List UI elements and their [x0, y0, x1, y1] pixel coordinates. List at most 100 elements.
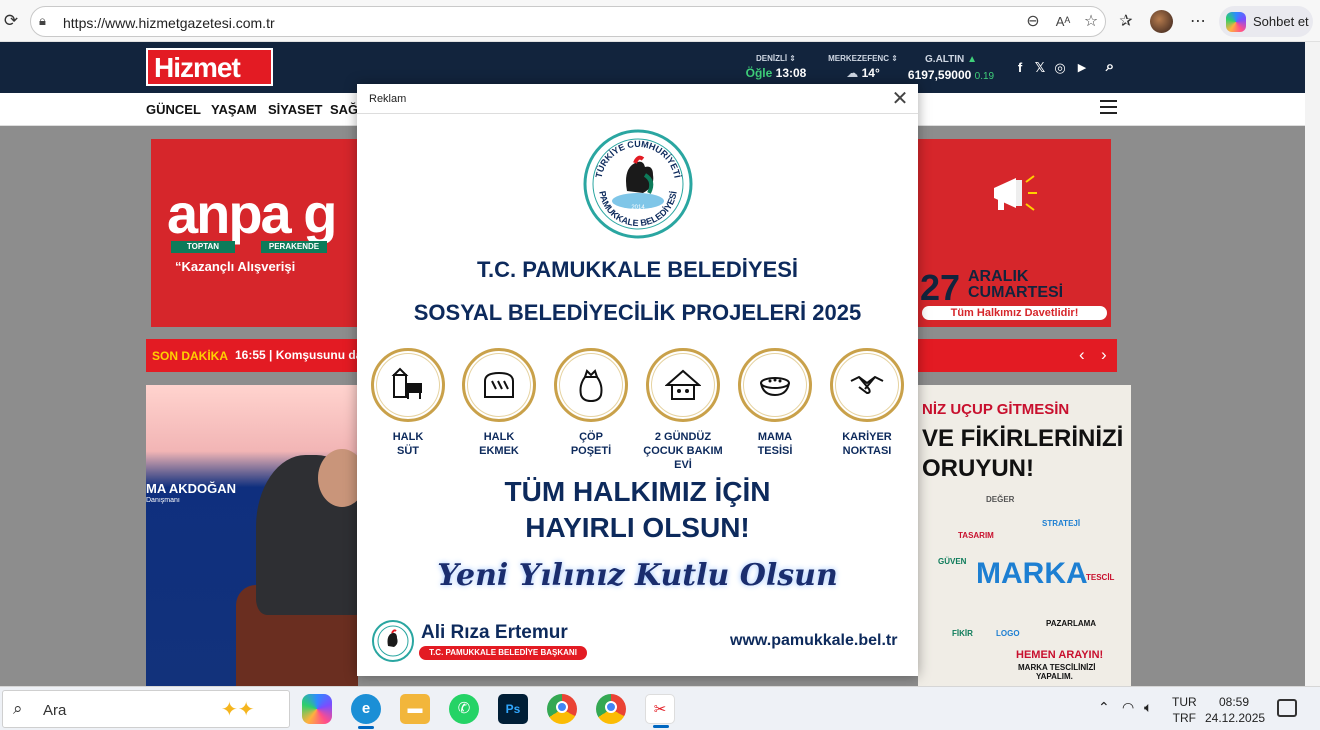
whatsapp-icon[interactable]: ✆: [449, 694, 479, 724]
photoshop-icon[interactable]: Ps: [498, 694, 528, 724]
reload-icon[interactable]: ⟳: [2, 12, 20, 30]
keyword: FİKİR: [952, 629, 973, 638]
site-logo[interactable]: Hizmet: [146, 48, 273, 86]
trademark-ad-card[interactable]: NİZ UÇUP GİTMESİN VE FİKİRLERİNİZİ ORUYU…: [918, 385, 1131, 686]
ad-brand: anpa g: [167, 182, 337, 245]
megaphone-icon: [994, 175, 1037, 211]
person-head: [318, 449, 358, 507]
nav-guncel[interactable]: GÜNCEL: [146, 102, 201, 117]
windows-taskbar: ⌕ Ara ✦✦ e ▬ ✆ Ps ✂ ⌃ ◠ 🔈︎ TUR TRF 08:59 2…: [0, 686, 1320, 730]
more-options-icon[interactable]: ⋯: [1187, 11, 1209, 33]
profile-avatar[interactable]: [1150, 10, 1173, 33]
input-language[interactable]: TUR TRF: [1172, 694, 1197, 726]
snipping-tool-icon[interactable]: ✂: [645, 694, 675, 728]
copilot-label: Sohbet et: [1253, 14, 1309, 29]
chevron-up-icon[interactable]: ⌃: [1098, 699, 1110, 716]
notification-icon[interactable]: [1277, 699, 1297, 717]
chrome-icon[interactable]: [547, 694, 577, 724]
garbage-bag-icon: [579, 369, 603, 403]
handshake-icon: [850, 375, 884, 395]
breaking-item[interactable]: 16:55 | Komşusunu da: [235, 348, 362, 362]
sparkle-icon[interactable]: ✦✦: [221, 697, 255, 722]
keyword: PAZARLAMA: [1046, 619, 1097, 628]
service-label: HALK SÜT: [392, 431, 424, 457]
service-label: KARİYER NOKTASI: [842, 431, 892, 457]
youtube-icon[interactable]: ▶: [1074, 61, 1090, 74]
municipality-seal-icon: TÜRKİYE CUMHURİYETİ PAMUKKALE BELEDİYESİ…: [583, 129, 693, 239]
service-halk-sut: HALK SÜT: [368, 348, 448, 458]
volume-icon[interactable]: 🔈︎: [1144, 699, 1152, 716]
widget-label: DENİZLİ ⇕: [755, 54, 797, 63]
lock-icon[interactable]: 🔒︎: [39, 13, 46, 29]
wifi-icon[interactable]: ◠: [1122, 699, 1134, 716]
event-ad-banner[interactable]: 27 ARALIK CUMARTESİ Tüm Halkımız Davetlid…: [918, 139, 1111, 327]
service-kariyer-noktasi: KARİYER NOKTASI: [827, 348, 907, 458]
search-icon[interactable]: ⌕: [1102, 58, 1118, 75]
modal-title: Reklam: [369, 93, 407, 105]
zoom-out-icon[interactable]: ⊖: [1023, 12, 1043, 32]
ad-heading-1: T.C. PAMUKKALE BELEDİYESİ: [476, 257, 799, 282]
municipality-url[interactable]: www.pamukkale.bel.tr: [730, 632, 897, 650]
nav-yasam[interactable]: YAŞAM: [211, 102, 257, 117]
nav-siyaset[interactable]: SİYASET: [268, 102, 322, 117]
ad-line-3: ORUYUN!: [922, 455, 1034, 482]
widget-value: Öğle 13:08: [745, 66, 807, 80]
weather-widget[interactable]: MERKEZEFENC ⇕ ☁ 14°: [828, 54, 898, 80]
service-mama-tesisi: MAMA TESİSİ: [735, 348, 815, 458]
address-bar[interactable]: 🔒︎ https://www.hizmetgazetesi.com.tr ⊖ A…: [30, 6, 1106, 37]
keyword: GÜVEN: [938, 557, 967, 566]
anpa-ad-banner[interactable]: anpa g TOPTAN PERAKENDE “Kazançlı Alışve…: [151, 139, 358, 327]
file-explorer-icon[interactable]: ▬: [400, 694, 430, 724]
chrome-profile-icon[interactable]: [596, 694, 626, 724]
news-person-name: MA AKDOĞAN: [146, 481, 237, 496]
instagram-icon[interactable]: ◎: [1052, 60, 1068, 76]
keyword: DEĞER: [986, 495, 1015, 504]
favorite-star-icon[interactable]: ☆: [1081, 12, 1101, 32]
pet-food-icon: [760, 377, 790, 397]
service-cop-poseti: ÇÖP POŞETİ: [551, 348, 631, 458]
chevron-left-icon[interactable]: ‹: [1079, 345, 1085, 365]
service-label: HALK EKMEK: [479, 431, 519, 457]
keyword: LOGO: [996, 629, 1020, 638]
gold-price-widget[interactable]: G.ALTIN ▲ 6197,59000 0.19: [904, 54, 998, 82]
url-text[interactable]: https://www.hizmetgazetesi.com.tr: [63, 15, 275, 31]
widget-label: MERKEZEFENC ⇕: [828, 54, 898, 63]
keyword: TESCİL: [1086, 573, 1115, 582]
system-clock[interactable]: 08:59 24.12.2025: [1205, 694, 1265, 726]
logo-text: Hizmet: [154, 52, 241, 83]
search-icon: ⌕: [13, 699, 23, 718]
cloud-icon: ☁: [846, 66, 859, 80]
bread-icon: [484, 371, 514, 398]
keyword: STRATEJİ: [1042, 519, 1081, 528]
prayer-time-widget[interactable]: DENİZLİ ⇕ Öğle 13:08: [742, 54, 810, 80]
read-aloud-icon[interactable]: Aᴬ: [1053, 12, 1073, 32]
chevron-right-icon[interactable]: ›: [1101, 345, 1107, 365]
copilot-app-icon[interactable]: [302, 694, 332, 724]
copilot-chat-button[interactable]: Sohbet et: [1219, 6, 1313, 37]
edge-browser-icon[interactable]: e: [351, 694, 381, 729]
favorites-icon[interactable]: ✰: [1115, 11, 1137, 33]
marka-word: MARKA: [976, 557, 1088, 590]
event-month: ARALIK CUMARTESİ: [968, 268, 1064, 301]
news-person-role: Danışmanı: [146, 497, 180, 504]
house-icon: [665, 369, 701, 400]
ad-slogan: “Kazançlı Alışverişi: [175, 259, 296, 274]
menu-icon[interactable]: [1100, 100, 1117, 114]
ad-message-2: HAYIRLI OLSUN!: [525, 512, 750, 543]
nav-saglik[interactable]: SAĞ: [330, 102, 358, 117]
service-label: 2 GÜNDÜZ ÇOCUK BAKIM EVİ: [643, 431, 723, 471]
service-halk-ekmek: HALK EKMEK: [459, 348, 539, 458]
copilot-icon: [1226, 12, 1246, 32]
call-subtext: MARKA TESCİLİNİZİ YAPALIM.: [1018, 663, 1096, 681]
new-year-greeting: Yeni Yılınız Kutlu Olsun: [437, 558, 838, 593]
x-twitter-icon[interactable]: 𝕏: [1032, 60, 1048, 76]
breaking-label: SON DAKİKA: [152, 349, 229, 363]
search-placeholder: Ara: [43, 702, 67, 719]
facebook-icon[interactable]: f: [1012, 60, 1028, 75]
close-icon[interactable]: ✕: [890, 89, 910, 109]
news-card-left[interactable]: MA AKDOĞAN Danışmanı: [146, 385, 358, 686]
ad-modal[interactable]: Reklam ✕ TÜRKİYE CUMHURİYETİ PAMUKKALE B…: [357, 84, 918, 676]
widget-label: G.ALTIN ▲: [925, 54, 977, 65]
taskbar-search[interactable]: ⌕ Ara ✦✦: [2, 690, 290, 728]
mayor-name: Ali Rıza Ertemur: [421, 622, 568, 643]
